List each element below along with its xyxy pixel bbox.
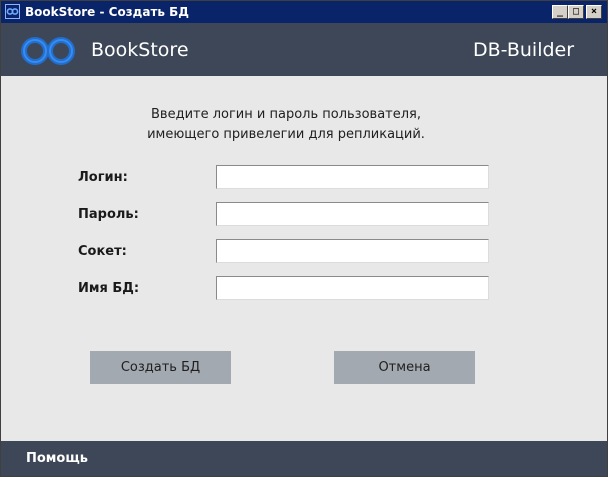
- socket-input[interactable]: [216, 239, 489, 263]
- app-window-icon: [5, 4, 20, 19]
- instruction-text: Введите логин и пароль пользователя, име…: [101, 105, 471, 145]
- maximize-button[interactable]: □: [568, 5, 584, 19]
- help-link[interactable]: Помощь: [26, 451, 88, 466]
- db-name-label: Имя БД:: [78, 281, 140, 296]
- infinity-logo-icon: [19, 35, 79, 71]
- db-name-input[interactable]: [216, 276, 489, 300]
- app-name: BookStore: [91, 39, 189, 61]
- login-label: Логин:: [78, 170, 128, 185]
- cancel-button[interactable]: Отмена: [334, 351, 475, 384]
- minimize-button[interactable]: _: [552, 5, 568, 19]
- app-header: BookStore DB-Builder: [1, 23, 607, 76]
- instruction-line-1: Введите логин и пароль пользователя,: [151, 107, 421, 122]
- password-label: Пароль:: [78, 207, 139, 222]
- create-db-button[interactable]: Создать БД: [90, 351, 231, 384]
- app-window: BookStore - Создать БД _ □ × BookStore D…: [0, 0, 608, 477]
- window-title: BookStore - Создать БД: [25, 5, 189, 19]
- app-footer: Помощь: [1, 441, 607, 476]
- close-button[interactable]: ×: [586, 5, 602, 19]
- password-input[interactable]: [216, 202, 489, 226]
- instruction-line-2: имеющего привелегии для репликаций.: [147, 127, 425, 142]
- socket-label: Сокет:: [78, 244, 127, 259]
- product-name: DB-Builder: [473, 39, 575, 61]
- title-bar[interactable]: BookStore - Создать БД _ □ ×: [1, 1, 607, 23]
- login-input[interactable]: [216, 165, 489, 189]
